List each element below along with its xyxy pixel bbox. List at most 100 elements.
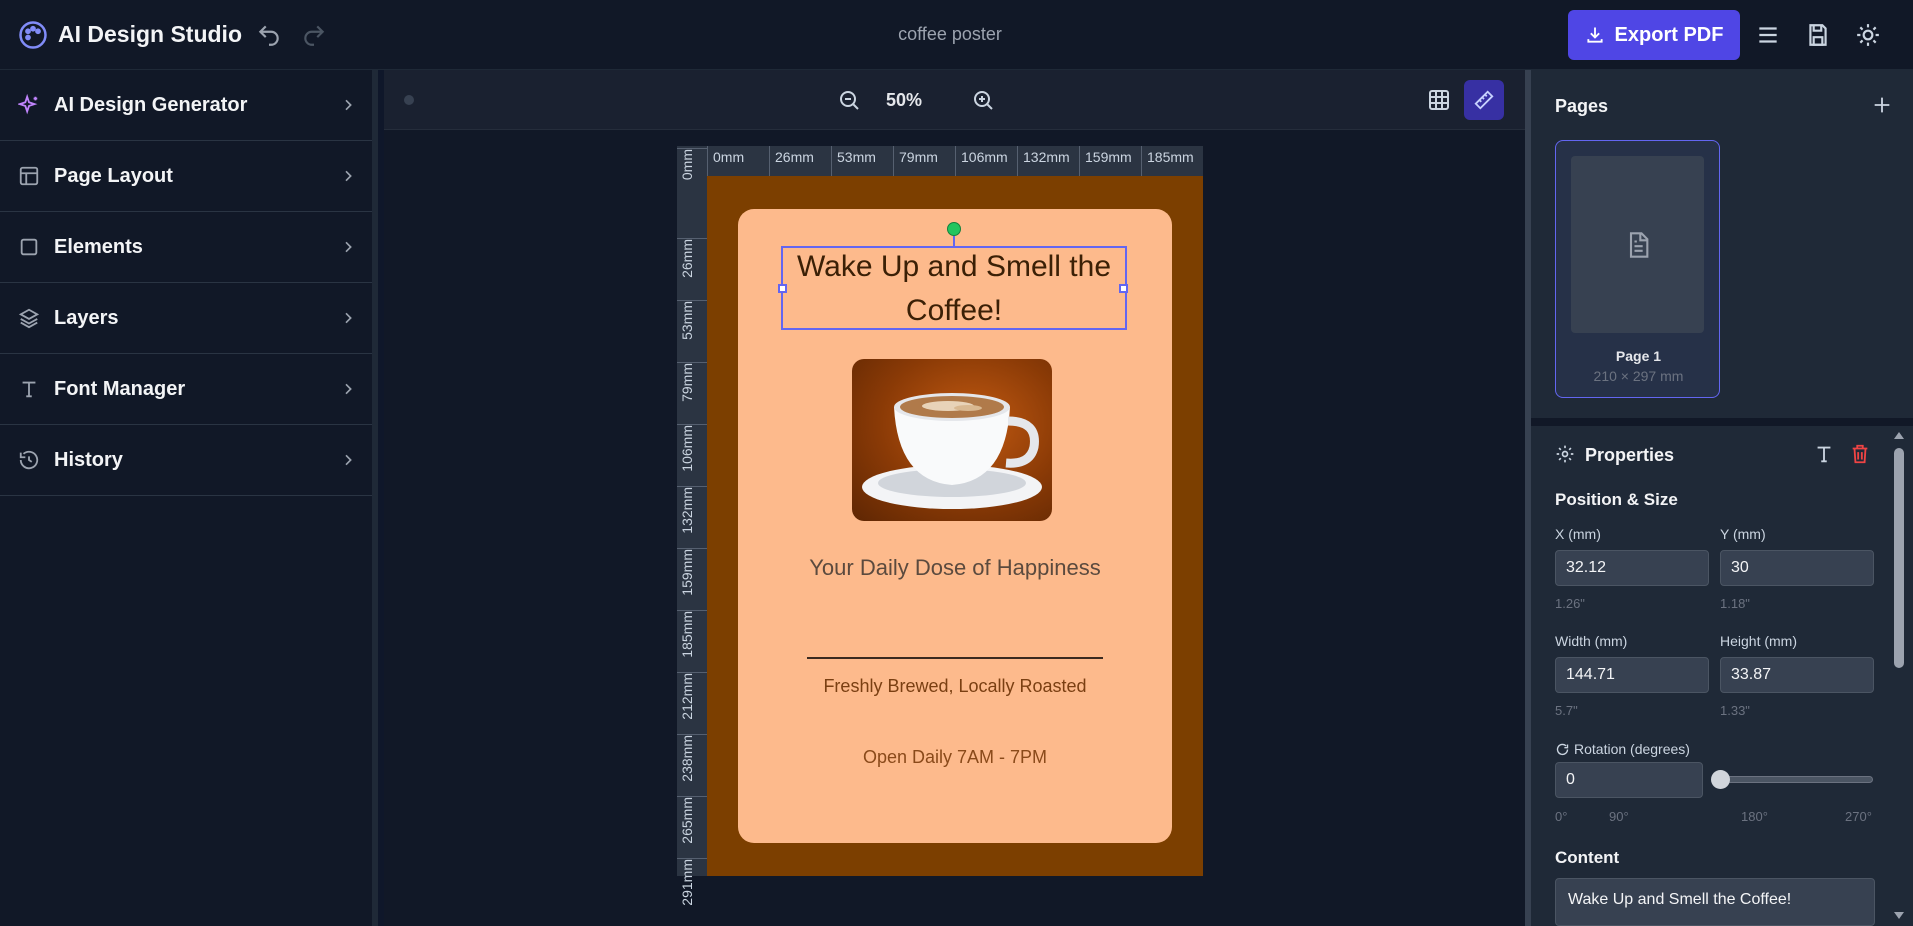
sidebar-item-font-manager[interactable]: Font Manager bbox=[0, 354, 372, 425]
redo-icon[interactable] bbox=[301, 22, 327, 48]
ruler-tick: 106mm bbox=[677, 424, 707, 472]
sidebar-item-label: Font Manager bbox=[54, 377, 186, 400]
rotation-slider[interactable] bbox=[1713, 776, 1873, 783]
ruler-tick: 26mm bbox=[677, 238, 707, 278]
width-label: Width (mm) bbox=[1555, 633, 1628, 649]
chevron-right-icon bbox=[345, 312, 352, 324]
ruler-tick: 185mm bbox=[677, 610, 707, 658]
poster-page[interactable]: Wake Up and Smell the Coffee! Your Daily… bbox=[707, 176, 1203, 876]
content-title: Content bbox=[1555, 848, 1620, 867]
properties-panel: Properties Position & Size X (mm) 32.12 … bbox=[1531, 426, 1913, 926]
rotation-handle[interactable] bbox=[947, 222, 961, 236]
page-thumbnail-label: Page 1 bbox=[1615, 348, 1662, 364]
export-pdf-button[interactable]: Export PDF bbox=[1568, 10, 1740, 60]
x-input[interactable]: 32.12 bbox=[1555, 550, 1709, 586]
left-sidebar: AI Design Generator Page Layout Elements… bbox=[0, 70, 378, 926]
properties-title: Properties bbox=[1585, 445, 1675, 465]
poster-tagline[interactable]: Your Daily Dose of Happiness bbox=[738, 555, 1172, 581]
ruler-tick: 0mm bbox=[707, 146, 744, 176]
trash-icon[interactable] bbox=[1849, 443, 1871, 465]
sidebar-item-elements[interactable]: Elements bbox=[0, 212, 372, 283]
sun-icon[interactable] bbox=[1855, 22, 1881, 48]
resize-handle-left[interactable] bbox=[778, 284, 787, 293]
rotation-tick: 0° bbox=[1555, 809, 1568, 824]
status-dot bbox=[404, 95, 414, 105]
ruler-icon bbox=[1474, 90, 1494, 110]
gear-icon bbox=[1556, 445, 1574, 463]
type-icon[interactable] bbox=[1813, 443, 1835, 465]
top-bar: AI Design Studio coffee poster Export PD… bbox=[0, 0, 1913, 70]
ruler-tick: 185mm bbox=[1141, 146, 1194, 176]
sidebar-item-label: Page Layout bbox=[54, 164, 173, 187]
sidebar-item-label: Layers bbox=[54, 306, 119, 329]
export-pdf-label: Export PDF bbox=[1614, 23, 1724, 46]
coffee-cup-image[interactable] bbox=[852, 359, 1052, 521]
right-panel: Pages Page 1 210 × 297 mm Properties Pos… bbox=[1525, 70, 1913, 926]
poster-card[interactable]: Wake Up and Smell the Coffee! Your Daily… bbox=[738, 209, 1172, 843]
position-size-title: Position & Size bbox=[1555, 490, 1678, 509]
selection-box[interactable] bbox=[778, 246, 1128, 330]
pages-title: Pages bbox=[1555, 96, 1609, 116]
poster-divider[interactable] bbox=[807, 657, 1103, 659]
layout-icon bbox=[19, 166, 39, 186]
rotation-tick: 270° bbox=[1845, 809, 1872, 824]
y-input[interactable]: 30 bbox=[1720, 550, 1874, 586]
type-icon bbox=[22, 381, 36, 398]
content-textarea[interactable]: Wake Up and Smell the Coffee! bbox=[1555, 878, 1875, 926]
sidebar-item-page-layout[interactable]: Page Layout bbox=[0, 141, 372, 212]
chevron-right-icon bbox=[345, 241, 352, 253]
rotation-tick: 180° bbox=[1741, 809, 1768, 824]
chevron-right-icon bbox=[345, 383, 352, 395]
ruler-tick: 106mm bbox=[955, 146, 1008, 176]
zoom-out-icon[interactable] bbox=[837, 88, 861, 112]
rotation-handle-stem bbox=[953, 236, 955, 246]
chevron-right-icon bbox=[345, 454, 352, 466]
history-icon bbox=[19, 450, 39, 470]
scroll-up-arrow[interactable] bbox=[1894, 432, 1904, 439]
ruler-tick: 132mm bbox=[677, 486, 707, 534]
resize-handle-right[interactable] bbox=[1119, 284, 1128, 293]
menu-icon[interactable] bbox=[1755, 22, 1781, 48]
x-label: X (mm) bbox=[1555, 526, 1601, 542]
rotation-input[interactable]: 0 bbox=[1555, 762, 1703, 798]
ruler-tick: 291mm bbox=[677, 858, 707, 906]
download-icon bbox=[1586, 27, 1603, 43]
canvas-toolbar: 50% bbox=[384, 70, 1525, 130]
chevron-right-icon bbox=[345, 170, 352, 182]
document-name[interactable]: coffee poster bbox=[850, 24, 1050, 45]
sidebar-item-layers[interactable]: Layers bbox=[0, 283, 372, 354]
ruler-tick: 53mm bbox=[831, 146, 876, 176]
sidebar-item-ai-design-generator[interactable]: AI Design Generator bbox=[0, 70, 372, 141]
properties-scrollbar[interactable] bbox=[1891, 426, 1907, 926]
sparkles-icon bbox=[18, 94, 38, 115]
ruler-tick: 132mm bbox=[1017, 146, 1070, 176]
undo-icon[interactable] bbox=[256, 22, 282, 48]
ruler-toggle-button[interactable] bbox=[1464, 80, 1504, 120]
rotate-icon bbox=[1556, 743, 1569, 756]
ruler-tick: 238mm bbox=[677, 734, 707, 782]
rotation-slider-thumb[interactable] bbox=[1711, 770, 1730, 789]
file-text-icon bbox=[1629, 231, 1648, 258]
ruler-tick: 212mm bbox=[677, 672, 707, 720]
ruler-tick: 159mm bbox=[1079, 146, 1132, 176]
grid-icon[interactable] bbox=[1427, 88, 1451, 112]
chevron-right-icon bbox=[345, 99, 352, 111]
zoom-level: 50% bbox=[885, 90, 923, 110]
plus-icon[interactable] bbox=[1871, 94, 1893, 116]
sidebar-item-history[interactable]: History bbox=[0, 425, 372, 496]
width-input[interactable]: 144.71 bbox=[1555, 657, 1709, 693]
save-icon[interactable] bbox=[1805, 22, 1831, 48]
width-hint: 5.7" bbox=[1555, 703, 1578, 718]
scroll-down-arrow[interactable] bbox=[1894, 912, 1904, 919]
page-thumbnail[interactable]: Page 1 210 × 297 mm bbox=[1555, 140, 1720, 398]
height-input[interactable]: 33.87 bbox=[1720, 657, 1874, 693]
ruler-tick: 26mm bbox=[769, 146, 814, 176]
y-label: Y (mm) bbox=[1720, 526, 1766, 542]
ruler-tick: 0mm bbox=[677, 148, 707, 180]
height-label: Height (mm) bbox=[1720, 633, 1798, 649]
poster-hours[interactable]: Open Daily 7AM - 7PM bbox=[738, 747, 1172, 768]
zoom-in-icon[interactable] bbox=[971, 88, 995, 112]
sidebar-item-label: Elements bbox=[54, 235, 143, 258]
poster-subline[interactable]: Freshly Brewed, Locally Roasted bbox=[738, 676, 1172, 697]
scroll-thumb[interactable] bbox=[1894, 448, 1904, 668]
